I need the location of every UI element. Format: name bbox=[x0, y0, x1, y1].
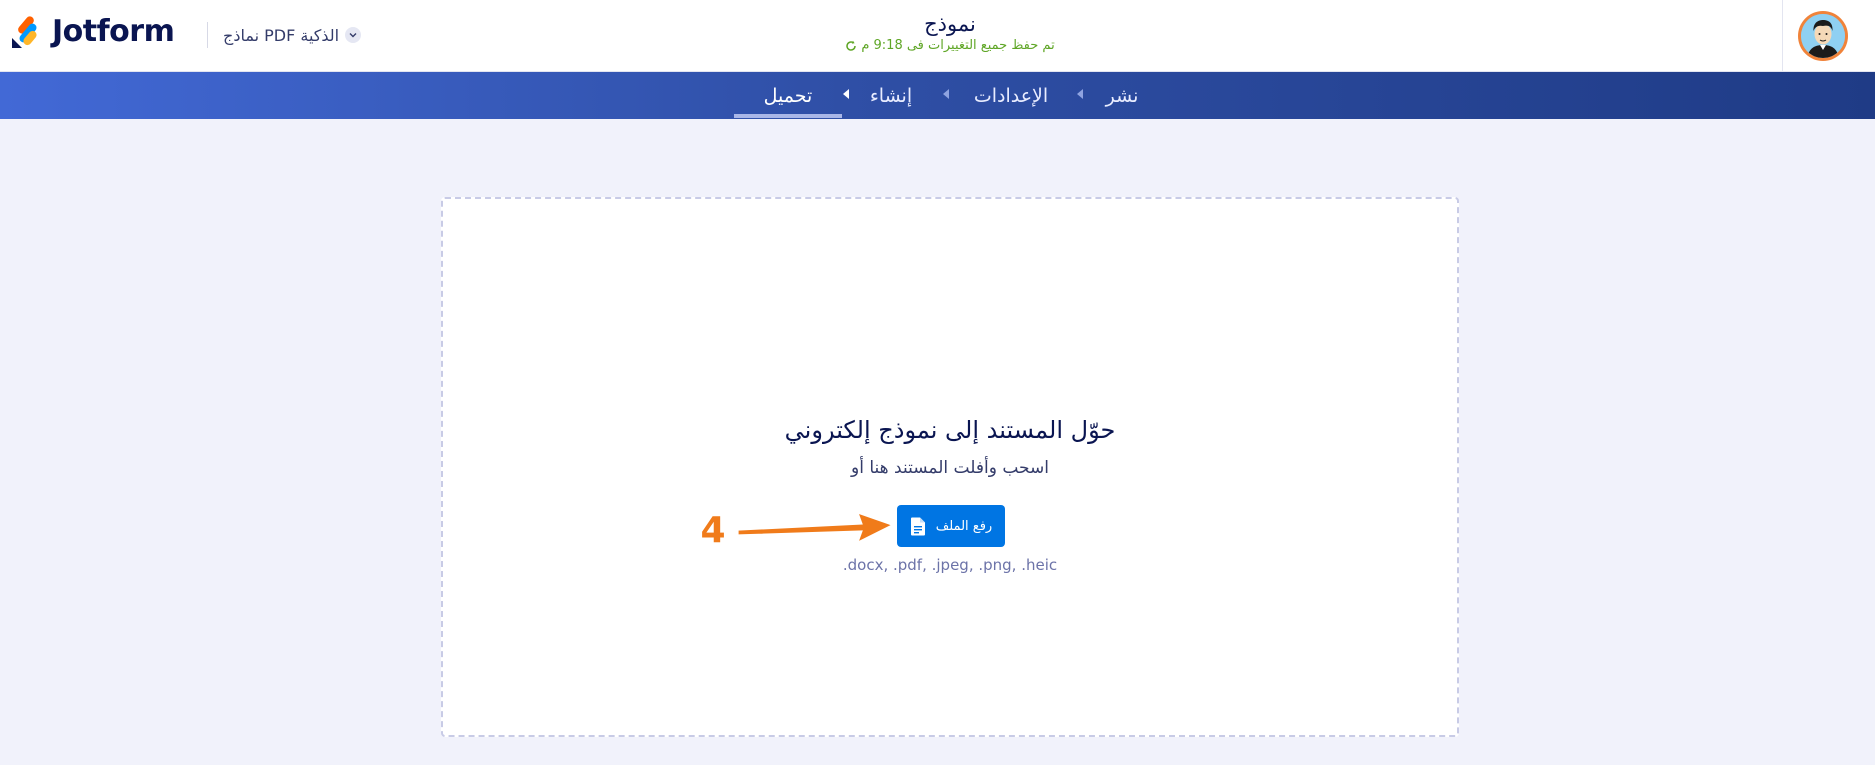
nav-separator-icon bbox=[943, 89, 949, 99]
nav-separator-icon bbox=[843, 89, 849, 99]
brand-logo[interactable]: Jotform bbox=[10, 14, 175, 50]
document-icon bbox=[910, 517, 925, 535]
document-dropzone[interactable]: حوّل المستند إلى نموذج إلكتروني اسحب وأف… bbox=[441, 197, 1459, 737]
dropzone-title: حوّل المستند إلى نموذج إلكتروني bbox=[784, 416, 1116, 444]
product-switcher[interactable]: الذكية PDF نماذج bbox=[223, 20, 362, 50]
builder-navbar: نشر الإعدادات إنشاء تحميل bbox=[0, 72, 1875, 119]
active-tab-indicator bbox=[734, 114, 842, 118]
tab-upload[interactable]: تحميل bbox=[734, 72, 842, 119]
tab-settings[interactable]: الإعدادات bbox=[966, 72, 1056, 119]
user-avatar[interactable] bbox=[1798, 11, 1848, 61]
save-status-text: تم حفظ جميع التغييرات فى 9:18 م bbox=[861, 38, 1055, 53]
form-title[interactable]: نموذج bbox=[800, 10, 1100, 38]
top-header: Jotform الذكية PDF نماذج نموذج تم حفظ جم… bbox=[0, 0, 1875, 72]
tab-publish[interactable]: نشر bbox=[1102, 72, 1142, 119]
brand-name: Jotform bbox=[52, 14, 175, 49]
upload-button-label: رفع الملف bbox=[935, 518, 993, 534]
save-status: تم حفظ جميع التغييرات فى 9:18 م bbox=[800, 38, 1100, 54]
refresh-icon bbox=[846, 40, 857, 51]
header-right-divider bbox=[1782, 0, 1783, 72]
upload-file-button[interactable]: رفع الملف bbox=[897, 505, 1005, 547]
jotform-logo-icon bbox=[12, 16, 37, 48]
header-divider bbox=[207, 22, 208, 48]
tab-settings-label: الإعدادات bbox=[973, 84, 1049, 107]
tab-upload-label: تحميل bbox=[763, 84, 813, 107]
tab-build-label: إنشاء bbox=[869, 84, 913, 107]
supported-formats: .docx, .pdf, .jpeg, .png, .heic bbox=[842, 556, 1058, 574]
form-title-area: نموذج تم حفظ جميع التغييرات فى 9:18 م bbox=[800, 10, 1100, 54]
avatar-image bbox=[1801, 14, 1845, 58]
tab-build[interactable]: إنشاء bbox=[866, 72, 916, 119]
product-switcher-label: الذكية PDF نماذج bbox=[223, 25, 340, 45]
tab-publish-label: نشر bbox=[1105, 84, 1139, 107]
dropzone-subtitle: اسحب وأفلت المستند هنا أو bbox=[851, 458, 1049, 478]
chevron-down-icon bbox=[345, 27, 362, 43]
nav-separator-icon bbox=[1077, 89, 1083, 99]
